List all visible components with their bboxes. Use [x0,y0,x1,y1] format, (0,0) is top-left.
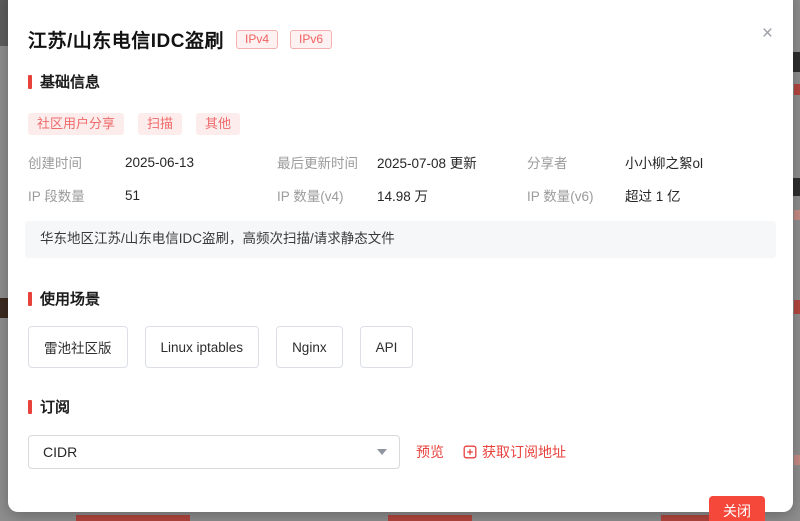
tags-row: 社区用户分享 扫描 其他 [28,113,773,135]
background-page-fragment [794,455,800,465]
scenario-button-linux-iptables[interactable]: Linux iptables [144,326,260,368]
format-select-value: CIDR [43,444,78,460]
field-label: IP 数量(v6) [527,189,594,204]
modal-footer: 关闭 [28,496,773,521]
scenario-row: 雷池社区版 Linux iptables Nginx API [28,326,773,368]
detail-modal: 江苏/山东电信IDC盗刷 IPv4 IPv6 × 基础信息 社区用户分享 扫描 … [8,0,793,521]
close-button[interactable]: 关闭 [709,496,765,521]
basic-info-heading: 基础信息 [28,71,773,92]
usage-heading: 使用场景 [28,288,773,309]
background-page-fragment [794,210,800,220]
section-bar-icon [28,399,32,414]
tag-other: 其他 [196,113,241,135]
modal-header: 江苏/山东电信IDC盗刷 IPv4 IPv6 × [28,24,773,53]
field-value: 2025-07-08 更新 [377,156,477,171]
get-subscription-url-link[interactable]: 获取订阅地址 [463,442,566,462]
section-bar-icon [28,74,32,89]
field-value: 51 [125,187,141,203]
subscribe-row: CIDR 预览 获取订阅地址 [28,435,773,469]
subscribe-heading-label: 订阅 [40,399,71,416]
field-label: 最后更新时间 [277,156,358,171]
field-value: 2025-06-13 [125,154,195,170]
field-label: IP 数量(v4) [277,189,344,204]
field-value: 超过 1 亿 [625,189,681,204]
field-value: 小小柳之絮ol [625,156,704,171]
ipv4-badge: IPv4 [236,30,279,49]
background-page-fragment [793,178,800,196]
tag-community-share: 社区用户分享 [28,113,125,135]
page-viewport: 江苏/山东电信IDC盗刷 IPv4 IPv6 × 基础信息 社区用户分享 扫描 … [0,0,800,521]
subscribe-heading: 订阅 [28,396,773,417]
basic-info-heading-label: 基础信息 [40,74,101,91]
get-subscription-url-label: 获取订阅地址 [482,444,566,460]
field-value: 14.98 万 [377,189,429,204]
background-page-fragment [793,52,800,72]
scenario-button-nginx[interactable]: Nginx [276,326,343,368]
tag-scan: 扫描 [138,113,183,135]
background-page-fragment [794,300,800,314]
section-bar-icon [28,291,32,306]
description-box: 华东地区江苏/山东电信IDC盗刷，高频次扫描/请求静态文件 [25,221,776,258]
info-grid: 创建时间 2025-06-13 最后更新时间 2025-07-08 更新 分享者… [28,152,773,205]
background-page-fragment [0,298,8,318]
format-select[interactable]: CIDR [28,435,400,469]
chevron-down-icon [377,449,387,455]
scenario-button-api[interactable]: API [359,326,414,368]
field-label: 分享者 [527,156,568,171]
field-label: 创建时间 [28,156,82,171]
ipv6-badge: IPv6 [290,30,333,49]
close-icon[interactable]: × [762,24,773,43]
field-label: IP 段数量 [28,189,85,204]
usage-heading-label: 使用场景 [40,291,101,308]
modal-title: 江苏/山东电信IDC盗刷 [28,31,225,52]
background-page-fragment [0,0,8,46]
background-page-fragment [794,84,800,95]
scenario-button-safeline[interactable]: 雷池社区版 [28,326,128,368]
preview-link[interactable]: 预览 [416,442,444,462]
copy-plus-icon [463,445,477,459]
